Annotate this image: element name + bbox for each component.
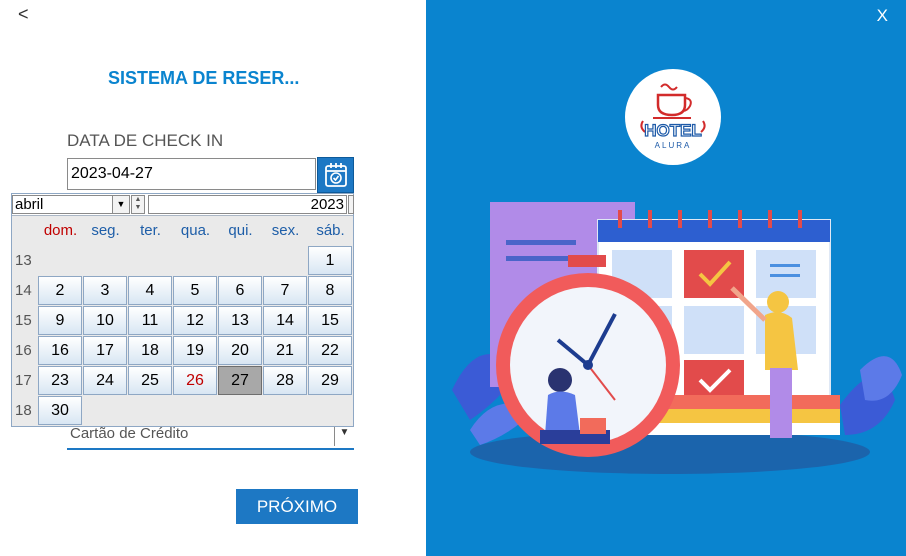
calendar-day[interactable]: 17 (83, 336, 127, 365)
weekday-row: dom. seg. ter. qua. qui. sex. sáb. (12, 217, 353, 245)
left-panel: < SISTEMA DE RESER... DATA DE CHECK IN C… (0, 0, 426, 556)
logo-text: HOTEL (644, 121, 702, 140)
year-spinner[interactable] (348, 195, 354, 214)
calendar-day[interactable]: 18 (128, 336, 172, 365)
calendar-day[interactable]: 6 (218, 276, 262, 305)
weekday-label: seg. (91, 222, 120, 239)
calendar-day[interactable]: 10 (83, 306, 127, 335)
calendar-check-icon (324, 163, 347, 187)
month-select[interactable]: abril ▼ (12, 195, 130, 214)
weekday-label: ter. (140, 222, 161, 239)
calendar-day-selected[interactable]: 27 (218, 366, 262, 395)
payment-method-value: Cartão de Crédito (70, 425, 189, 442)
calendar-day[interactable]: 12 (173, 306, 217, 335)
calendar-day[interactable]: 24 (83, 366, 127, 395)
calendar-day[interactable]: 25 (128, 366, 172, 395)
back-button[interactable]: < (18, 4, 29, 25)
weekday-label: qua. (180, 222, 211, 239)
weekday-label: sex. (271, 222, 300, 239)
checkin-date-input[interactable] (67, 158, 316, 190)
cup-icon: HOTEL ALURA (640, 83, 706, 150)
year-field[interactable]: 2023 (148, 195, 347, 214)
calendar-day[interactable]: 9 (38, 306, 82, 335)
calendar-day[interactable]: 15 (308, 306, 352, 335)
calendar-day[interactable]: 1 (308, 246, 352, 275)
calendar-day[interactable]: 2 (38, 276, 82, 305)
weekday-label: qui. (228, 222, 253, 239)
calendar-day[interactable]: 5 (173, 276, 217, 305)
calendar-day[interactable]: 8 (308, 276, 352, 305)
week-number: 18 (15, 402, 32, 419)
week-number: 13 (15, 252, 32, 269)
week-number-column: 13 14 15 16 17 18 (12, 245, 38, 425)
calendar-day[interactable]: 19 (173, 336, 217, 365)
close-button[interactable]: X (877, 6, 888, 26)
calendar-day[interactable]: 16 (38, 336, 82, 365)
booking-illustration (452, 202, 902, 474)
next-button[interactable]: PRÓXIMO (236, 489, 358, 524)
checkin-label: DATA DE CHECK IN (67, 131, 224, 150)
calendar-day[interactable]: 22 (308, 336, 352, 365)
calendar-day[interactable]: 21 (263, 336, 307, 365)
week-number: 17 (15, 372, 32, 389)
calendar-day[interactable]: 14 (263, 306, 307, 335)
calendar-day[interactable]: 26 (173, 366, 217, 395)
right-panel: X HOTEL ALURA (426, 0, 906, 556)
logo-subtext: ALURA (655, 141, 692, 150)
weekday-label: dom. (43, 222, 78, 239)
calendar-day[interactable]: 11 (128, 306, 172, 335)
calendar-day[interactable]: 7 (263, 276, 307, 305)
calendar-header: abril ▼ ▲ ▼ 2023 (12, 194, 354, 216)
calendar-day[interactable]: 4 (128, 276, 172, 305)
chevron-down-icon[interactable]: ▼ (112, 196, 129, 213)
calendar-day[interactable]: 28 (263, 366, 307, 395)
month-spinner[interactable]: ▲ ▼ (131, 195, 145, 214)
calendar-day[interactable]: 3 (83, 276, 127, 305)
calendar-day[interactable]: 30 (38, 396, 82, 425)
page-title: SISTEMA DE RESER... (108, 68, 300, 88)
week-number: 14 (15, 282, 32, 299)
calendar-popup: abril ▼ ▲ ▼ 2023 dom. seg. ter. qua. qui.… (11, 193, 354, 427)
calendar-day[interactable]: 29 (308, 366, 352, 395)
week-number: 16 (15, 342, 32, 359)
calendar-button[interactable] (317, 157, 354, 193)
hotel-logo: HOTEL ALURA (625, 69, 721, 165)
calendar-day[interactable]: 13 (218, 306, 262, 335)
calendar-day[interactable]: 23 (38, 366, 82, 395)
calendar-day[interactable]: 20 (218, 336, 262, 365)
weekday-label: sáb. (316, 222, 345, 239)
week-number: 15 (15, 312, 32, 329)
month-value: abril (15, 196, 44, 213)
